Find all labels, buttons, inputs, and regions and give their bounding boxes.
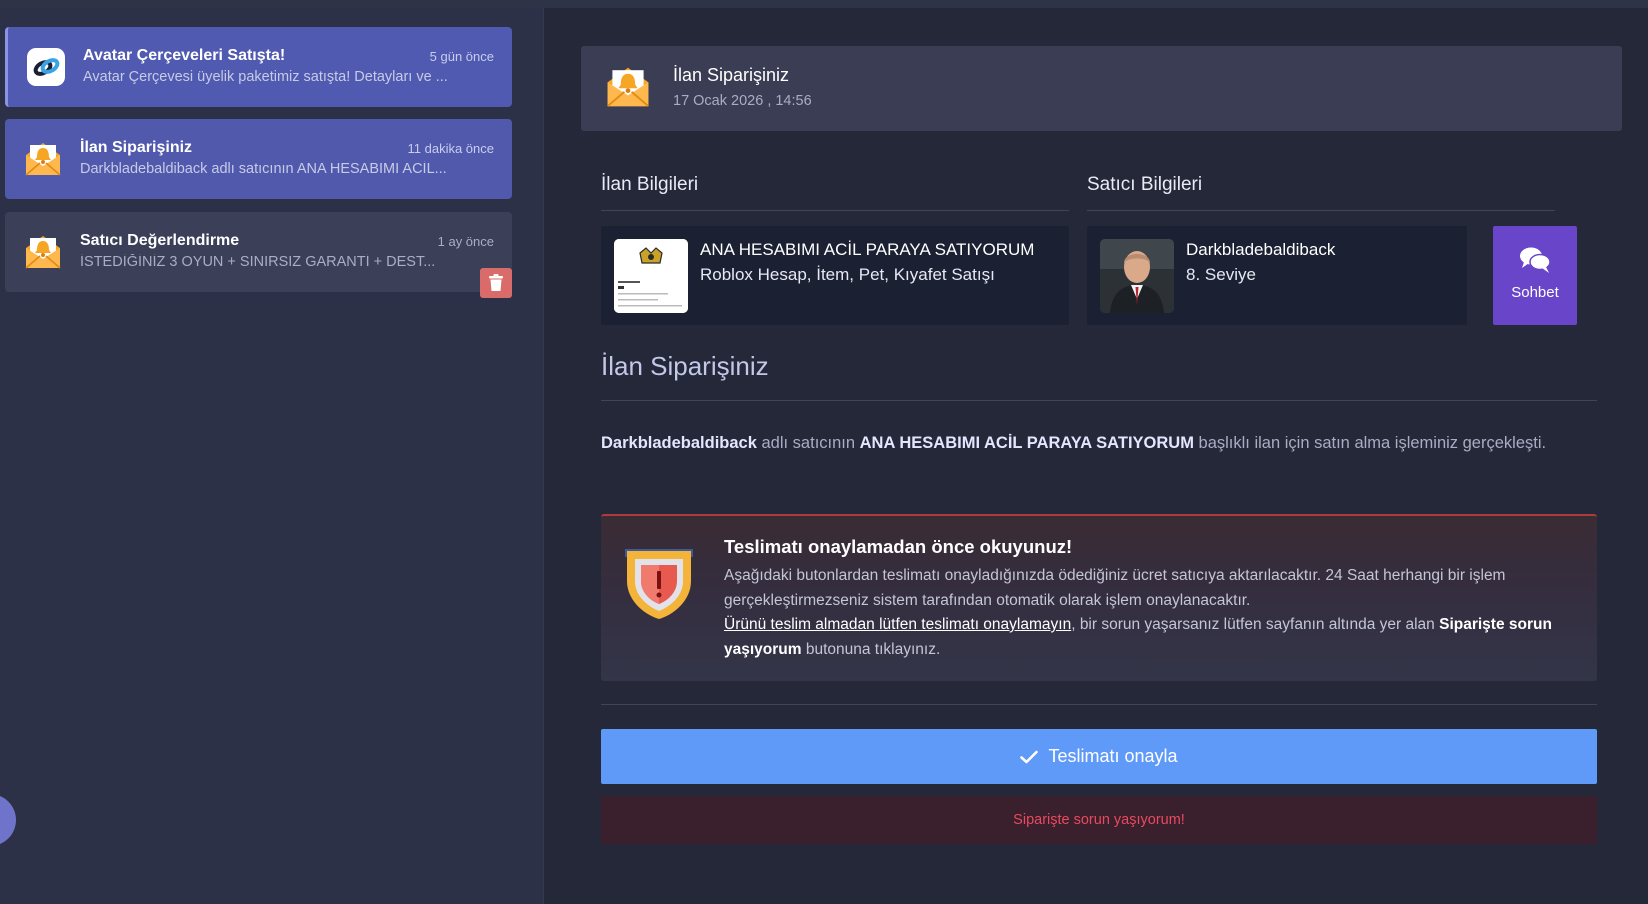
report-problem-label: Siparişte sorun yaşıyorum! [1013,812,1185,828]
notification-title: Avatar Çerçeveleri Satışta! [83,47,286,64]
delete-notification-button[interactable] [480,268,512,298]
notification-title: Satıcı Değerlendirme [80,232,240,249]
order-text: başlıklı ilan için satın alma işleminiz … [1193,434,1547,452]
order-text: adlı satıcının [756,434,860,452]
seller-name: Darkbladebaldiback [1186,240,1336,259]
chat-button[interactable]: Sohbet [1493,226,1577,325]
chat-bubbles-icon [1520,247,1551,273]
detail-date: 17 Ocak 2026 , 14:56 [673,93,812,109]
divider [601,704,1597,705]
bell-envelope-icon [25,143,61,176]
notification-item-avatar-frames[interactable]: Avatar Çerçeveleri Satışta! 5 gün önce A… [5,27,512,107]
seller-card[interactable]: Darkbladebaldiback 8. Seviye [1087,226,1467,325]
notification-detail: İlan Siparişiniz 17 Ocak 2026 , 14:56 İl… [544,8,1648,904]
floating-support-button[interactable] [0,794,16,846]
detail-title: İlan Siparişiniz [673,65,790,85]
order-seller-name: Darkbladebaldiback [601,434,757,452]
warning-text: , bir sorun yaşarsanız lütfen sayfanın a… [1071,616,1440,633]
order-description: Darkbladebaldiback adlı satıcının ANA HE… [601,434,1546,453]
notification-sidebar: Avatar Çerçeveleri Satışta! 5 gün önce A… [0,8,544,904]
seller-level: 8. Seviye [1186,265,1256,284]
notification-item-seller-review[interactable]: Satıcı Değerlendirme 1 ay önce İSTEDİĞİN… [5,212,512,292]
listing-name: ANA HESABIMI ACİL PARAYA SATIYORUM [700,240,1035,259]
warning-text: Aşağıdaki butonlardan teslimatı onayladı… [724,567,1506,609]
notification-desc: Avatar Çerçevesi üyelik paketimiz satışt… [83,69,448,85]
confirm-delivery-button[interactable]: Teslimatı onayla [601,729,1597,784]
notification-desc: İSTEDİĞİNİZ 3 OYUN + SINIRSIZ GARANTİ + … [80,254,436,270]
detail-header: İlan Siparişiniz 17 Ocak 2026 , 14:56 [581,46,1622,131]
notification-title: İlan Siparişiniz [80,139,193,156]
divider [1087,210,1555,211]
notification-item-order[interactable]: İlan Siparişiniz 11 dakika önce Darkblad… [5,119,512,199]
delivery-warning-box: Teslimatı onaylamadan önce okuyunuz! Aşa… [601,514,1597,681]
chat-button-label: Sohbet [1511,284,1559,301]
seller-info-heading: Satıcı Bilgileri [1087,174,1203,195]
bell-envelope-icon [25,236,61,269]
warning-title: Teslimatı onaylamadan önce okuyunuz! [724,536,1073,557]
notification-time: 1 ay önce [437,234,494,249]
listing-category: Roblox Hesap, İtem, Pet, Kıyafet Satışı [700,265,995,284]
check-icon [1020,750,1039,763]
listing-thumbnail [614,239,688,313]
trash-icon [489,274,503,291]
order-listing-name: ANA HESABIMI ACİL PARAYA SATIYORUM [859,434,1194,452]
notification-desc: Darkbladebaldiback adlı satıcının ANA HE… [80,161,447,177]
listing-info-heading: İlan Bilgileri [601,174,699,195]
shield-warning-icon [625,549,693,619]
order-title: İlan Siparişiniz [601,351,769,381]
notification-time: 5 gün önce [429,49,494,64]
warning-body: Aşağıdaki butonlardan teslimatı onayladı… [724,564,1564,662]
divider [601,400,1597,401]
confirm-delivery-label: Teslimatı onayla [1048,746,1178,766]
listing-card[interactable]: ANA HESABIMI ACİL PARAYA SATIYORUM Roblo… [601,226,1069,325]
top-strip [0,0,1648,8]
warning-underlined-text: Ürünü teslim almadan lütfen teslimatı on… [724,616,1072,633]
warning-text: butonuna tıklayınız. [801,640,941,658]
seller-avatar [1100,239,1174,313]
link-logo-icon [27,48,65,86]
notification-time: 11 dakika önce [407,141,495,156]
divider [601,210,1069,211]
report-problem-button[interactable]: Siparişte sorun yaşıyorum! [601,796,1597,844]
bell-envelope-icon [607,67,649,107]
